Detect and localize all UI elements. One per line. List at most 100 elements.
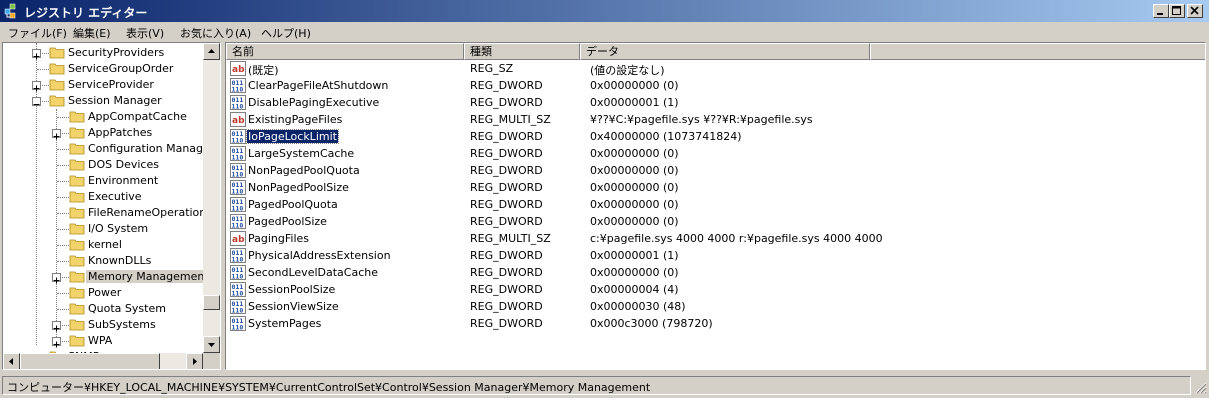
- tree-item-knowndlls[interactable]: KnownDLLs: [3, 253, 203, 269]
- folder-icon: [69, 190, 85, 203]
- string-value-icon: ab: [230, 231, 246, 246]
- status-path: コンピューター¥HKEY_LOCAL_MACHINE¥SYSTEM¥Curren…: [2, 376, 1191, 395]
- value-data: 0x40000000 (1073741824): [590, 130, 742, 143]
- tree-item-quota-system[interactable]: Quota System: [3, 301, 203, 317]
- tree-horizontal-scrollbar[interactable]: [3, 353, 203, 369]
- value-row-physicaladdressextension[interactable]: 011 110 PhysicalAddressExtension REG_DWORD 0…: [226, 247, 1205, 264]
- expand-icon[interactable]: [52, 273, 61, 284]
- title-bar[interactable]: レジストリ エディター: [0, 0, 1209, 22]
- tree-item-wpa[interactable]: WPA: [3, 333, 203, 349]
- tree-item-environment[interactable]: Environment: [3, 173, 203, 189]
- tree-item-servicegrouporder[interactable]: ServiceGroupOrder: [3, 61, 203, 77]
- folder-icon: [69, 334, 85, 347]
- expand-icon[interactable]: [32, 81, 41, 92]
- tree-item-kernel[interactable]: kernel: [3, 237, 203, 253]
- expand-icon[interactable]: [52, 337, 61, 348]
- menu-favorites[interactable]: お気に入り(A): [180, 25, 251, 41]
- value-type: REG_DWORD: [470, 198, 543, 211]
- expand-icon[interactable]: [32, 49, 41, 60]
- tree-item-label: Quota System: [88, 302, 166, 315]
- value-row-nonpagedpoolquota[interactable]: 011 110 NonPagedPoolQuota REG_DWORD 0x000000…: [226, 162, 1205, 179]
- svg-text:110: 110: [232, 188, 244, 196]
- svg-text:110: 110: [232, 273, 244, 281]
- scroll-down-button[interactable]: [203, 336, 220, 353]
- value-row-existingpagefiles[interactable]: ab ExistingPageFiles REG_MULTI_SZ ¥??¥C:¥pa…: [226, 111, 1205, 128]
- binary-value-icon: 011 110: [230, 248, 246, 264]
- svg-text:110: 110: [232, 290, 244, 298]
- value-name: IoPageLockLimit: [246, 129, 339, 144]
- value-type: REG_MULTI_SZ: [470, 113, 551, 126]
- value-row-pagingfiles[interactable]: ab PagingFiles REG_MULTI_SZ c:¥pagefile.sys…: [226, 230, 1205, 247]
- tree-item-subsystems[interactable]: SubSystems: [3, 317, 203, 333]
- value-type: REG_MULTI_SZ: [470, 232, 551, 245]
- value-row-largesystemcache[interactable]: 011 110 LargeSystemCache REG_DWORD 0x0000000…: [226, 145, 1205, 162]
- value-row-nonpagedpoolsize[interactable]: 011 110 NonPagedPoolSize REG_DWORD 0x0000000…: [226, 179, 1205, 196]
- collapse-icon[interactable]: [32, 97, 41, 106]
- minimize-button[interactable]: [1153, 4, 1169, 18]
- value-row-pagedpoolquota[interactable]: 011 110 PagedPoolQuota REG_DWORD 0x00000000 …: [226, 196, 1205, 213]
- value-row-iopagelocklimit[interactable]: 011 110 IoPageLockLimit REG_DWORD 0x40000000…: [226, 128, 1205, 145]
- value-type: REG_DWORD: [470, 266, 543, 279]
- resize-grip-icon[interactable]: [1193, 380, 1207, 394]
- tree-item-i-o-system[interactable]: I/O System: [3, 221, 203, 237]
- tree-item-label: ServiceProvider: [68, 78, 154, 91]
- expand-icon[interactable]: [52, 321, 61, 332]
- tree-item-label: Session Manager: [68, 94, 162, 107]
- value-data: 0x00000000 (0): [590, 198, 679, 211]
- tree-item-power[interactable]: Power: [3, 285, 203, 301]
- tree-vertical-scroll-thumb[interactable]: [203, 295, 220, 310]
- value-type: REG_DWORD: [470, 249, 543, 262]
- scroll-up-button[interactable]: [203, 43, 220, 60]
- menu-edit[interactable]: 編集(E): [73, 25, 111, 41]
- scroll-left-button[interactable]: [3, 353, 20, 369]
- tree-item-apppatches[interactable]: AppPatches: [3, 125, 203, 141]
- tree-item-label: Environment: [88, 174, 159, 187]
- value-data: 0x00000000 (0): [590, 164, 679, 177]
- tree-item-executive[interactable]: Executive: [3, 189, 203, 205]
- value-row-systempages[interactable]: 011 110 SystemPages REG_DWORD 0x000c3000 (79…: [226, 315, 1205, 332]
- expand-icon[interactable]: [52, 129, 61, 140]
- folder-icon: [49, 62, 65, 75]
- value-row-secondleveldatacache[interactable]: 011 110 SecondLevelDataCache REG_DWORD 0x000…: [226, 264, 1205, 281]
- scroll-right-button[interactable]: [186, 353, 203, 369]
- folder-icon: [69, 222, 85, 235]
- binary-value-icon: 011 110: [230, 316, 246, 332]
- value-row-disablepagingexecutive[interactable]: 011 110 DisablePagingExecutive REG_DWORD 0x0…: [226, 94, 1205, 111]
- value-data: 0x00000000 (0): [590, 79, 679, 92]
- menu-file[interactable]: ファイル(F): [8, 25, 67, 41]
- maximize-button[interactable]: [1169, 4, 1185, 18]
- tree-item-securityproviders[interactable]: SecurityProviders: [3, 45, 203, 61]
- value-row-default[interactable]: ab (既定) REG_SZ (値の設定なし): [226, 60, 1205, 77]
- value-row-sessionviewsize[interactable]: 011 110 SessionViewSize REG_DWORD 0x00000030…: [226, 298, 1205, 315]
- value-row-clearpagefileatshutdown[interactable]: 011 110 ClearPageFileAtShutdown REG_DWORD 0x…: [226, 77, 1205, 94]
- tree-item-configuration-manager[interactable]: Configuration Manager: [3, 141, 214, 157]
- tree-item-memory-management[interactable]: Memory Management: [3, 269, 211, 285]
- value-data: (値の設定なし): [590, 64, 665, 77]
- key-tree-pane[interactable]: SecurityProviders ServiceGroupOrder Servic…: [2, 42, 221, 370]
- tree-vertical-scrollbar[interactable]: [203, 43, 220, 353]
- close-button[interactable]: [1187, 4, 1203, 18]
- value-data: 0x00000001 (1): [590, 96, 679, 109]
- tree-item-appcompatcache[interactable]: AppCompatCache: [3, 109, 203, 125]
- tree-horizontal-scroll-thumb[interactable]: [20, 353, 160, 369]
- column-header-name[interactable]: 名前: [226, 43, 464, 60]
- folder-icon: [69, 110, 85, 123]
- tree-item-dos-devices[interactable]: DOS Devices: [3, 157, 203, 173]
- value-type: REG_DWORD: [470, 300, 543, 313]
- value-row-pagedpoolsize[interactable]: 011 110 PagedPoolSize REG_DWORD 0x00000000 (…: [226, 213, 1205, 230]
- value-type: REG_DWORD: [470, 130, 543, 143]
- tree-item-serviceprovider[interactable]: ServiceProvider: [3, 77, 203, 93]
- tree-item-session-manager[interactable]: Session Manager: [3, 93, 203, 109]
- value-row-sessionpoolsize[interactable]: 011 110 SessionPoolSize REG_DWORD 0x00000004…: [226, 281, 1205, 298]
- column-header-data[interactable]: データ: [580, 43, 870, 60]
- menu-view[interactable]: 表示(V): [126, 25, 164, 41]
- binary-value-icon: 011 110: [230, 163, 246, 179]
- svg-text:110: 110: [232, 222, 244, 230]
- menu-help[interactable]: ヘルプ(H): [261, 25, 311, 41]
- column-header-type[interactable]: 種類: [464, 43, 580, 60]
- regedit-app-icon[interactable]: [4, 3, 20, 19]
- tree-item-label: Memory Management: [86, 270, 211, 283]
- value-list-pane[interactable]: 名前 種類 データ ab (既定) REG_SZ (値の設定なし) 011 110 Clea…: [225, 42, 1206, 370]
- folder-icon: [49, 46, 65, 59]
- tree-item-filerenameoperations[interactable]: FileRenameOperations: [3, 205, 212, 221]
